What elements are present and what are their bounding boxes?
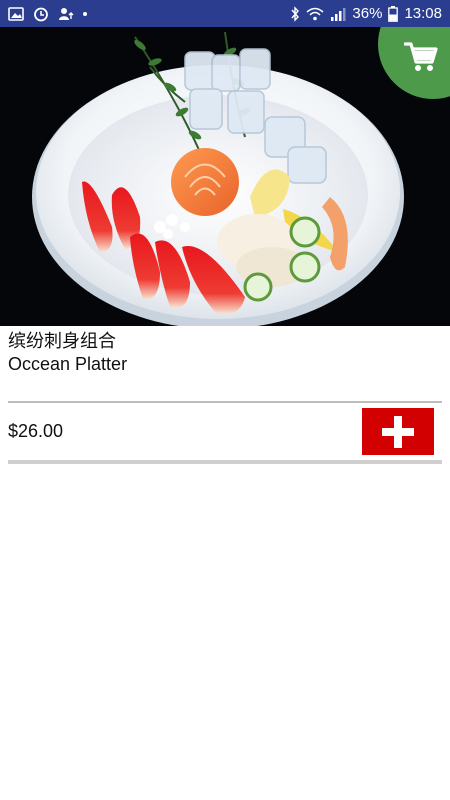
bluetooth-icon bbox=[290, 5, 300, 22]
battery-percent: 36% bbox=[352, 5, 383, 22]
dot-icon bbox=[83, 11, 87, 16]
divider bbox=[8, 401, 442, 403]
plus-icon bbox=[381, 415, 415, 449]
battery-icon bbox=[388, 5, 399, 22]
add-to-cart-button[interactable] bbox=[362, 408, 434, 455]
clock: 13:08 bbox=[404, 5, 442, 22]
product-names: 缤纷刺身组合 Occean Platter bbox=[8, 330, 127, 375]
wifi-icon bbox=[306, 7, 324, 21]
signal-icon bbox=[330, 7, 346, 21]
product-name-chinese: 缤纷刺身组合 bbox=[8, 331, 116, 351]
product-photo bbox=[0, 27, 450, 326]
sashimi-illustration bbox=[0, 27, 450, 326]
status-bar: 36% 13:08 bbox=[0, 0, 450, 27]
product-name-english: Occean Platter bbox=[8, 354, 128, 374]
timer-icon bbox=[33, 6, 49, 22]
cart-icon bbox=[404, 41, 438, 73]
product-price: $26.00 bbox=[8, 421, 64, 441]
divider-bottom bbox=[8, 460, 442, 464]
image-icon bbox=[8, 6, 24, 21]
status-right: 36% 13:08 bbox=[290, 5, 442, 22]
person-upload-icon bbox=[58, 6, 74, 22]
status-left-icons bbox=[8, 6, 87, 22]
